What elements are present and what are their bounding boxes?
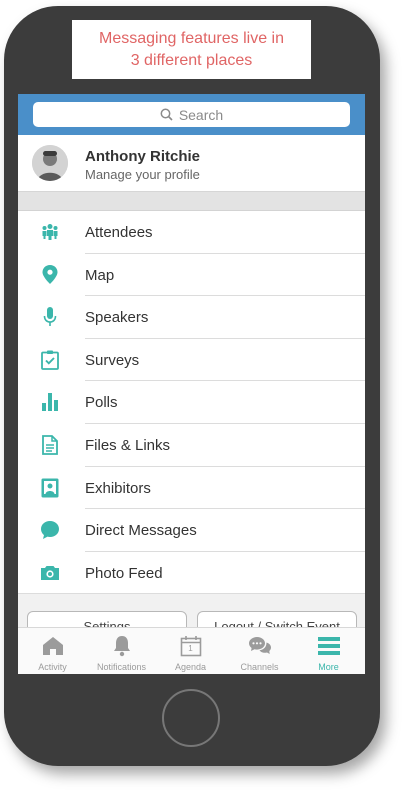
menu-item-label: Speakers	[85, 309, 149, 327]
tab-label: Channels	[240, 662, 279, 672]
menu-item-polls[interactable]: Polls	[18, 381, 365, 424]
tab-label: Agenda	[174, 662, 207, 672]
badge-icon	[40, 478, 60, 498]
tab-notifications[interactable]: Notifications	[87, 628, 156, 674]
bell-icon	[87, 634, 156, 658]
calendar-icon: 1	[156, 634, 225, 658]
menu-item-label: Files & Links	[85, 436, 171, 454]
tab-agenda[interactable]: 1 Agenda	[156, 628, 225, 674]
phone-home-button[interactable]	[162, 689, 220, 747]
chat-bubble-icon	[40, 520, 60, 540]
menu-item-label: Exhibitors	[85, 479, 151, 497]
profile-subtitle: Manage your profile	[85, 167, 200, 182]
menu-item-files-links[interactable]: Files & Links	[18, 424, 365, 467]
tab-bar: Activity Notifications 1 Agenda Channels	[18, 627, 365, 674]
clipboard-check-icon	[40, 350, 60, 370]
tab-label: More	[318, 662, 339, 672]
profile-name: Anthony Ritchie	[85, 148, 200, 165]
agenda-day-number: 1	[188, 644, 193, 653]
tab-label: Notifications	[96, 662, 147, 672]
avatar	[32, 145, 68, 181]
menu-item-exhibitors[interactable]: Exhibitors	[18, 467, 365, 510]
menu-item-label: Map	[85, 266, 115, 284]
tab-channels[interactable]: Channels	[225, 628, 294, 674]
document-icon	[40, 435, 60, 455]
menu-item-label: Surveys	[85, 351, 140, 369]
camera-icon	[40, 563, 60, 583]
home-icon	[18, 634, 87, 658]
search-icon	[160, 108, 173, 121]
microphone-icon	[40, 307, 60, 327]
menu-item-surveys[interactable]: Surveys	[18, 339, 365, 382]
menu-item-label: Attendees	[85, 224, 153, 241]
app-screen: Search Anthony Ritchie Manage your profi…	[18, 94, 365, 674]
menu-item-map[interactable]: Map	[18, 254, 365, 297]
tab-more[interactable]: More	[294, 628, 363, 674]
menu-lines-icon	[294, 634, 363, 658]
menu-item-label: Direct Messages	[85, 522, 197, 540]
attendees-icon	[40, 222, 60, 242]
tab-label: Activity	[38, 662, 67, 672]
more-menu-list: Attendees Map Speakers Surveys Polls Fil…	[18, 211, 365, 595]
search-bar: Search	[18, 94, 365, 135]
search-placeholder: Search	[178, 106, 224, 123]
map-pin-icon	[40, 265, 60, 285]
menu-item-speakers[interactable]: Speakers	[18, 296, 365, 339]
tab-activity[interactable]: Activity	[18, 628, 87, 674]
section-divider	[18, 192, 365, 211]
menu-item-photo-feed[interactable]: Photo Feed	[18, 552, 365, 595]
search-input[interactable]: Search	[33, 102, 350, 127]
profile-row[interactable]: Anthony Ritchie Manage your profile	[18, 135, 365, 192]
bar-chart-icon	[40, 392, 60, 412]
menu-item-direct-messages[interactable]: Direct Messages	[18, 509, 365, 552]
menu-item-label: Photo Feed	[85, 564, 163, 582]
chat-bubbles-icon	[225, 634, 294, 658]
menu-item-attendees[interactable]: Attendees	[18, 211, 365, 254]
menu-item-label: Polls	[85, 394, 118, 412]
messaging-callout: Messaging features live in 3 different p…	[72, 20, 311, 79]
